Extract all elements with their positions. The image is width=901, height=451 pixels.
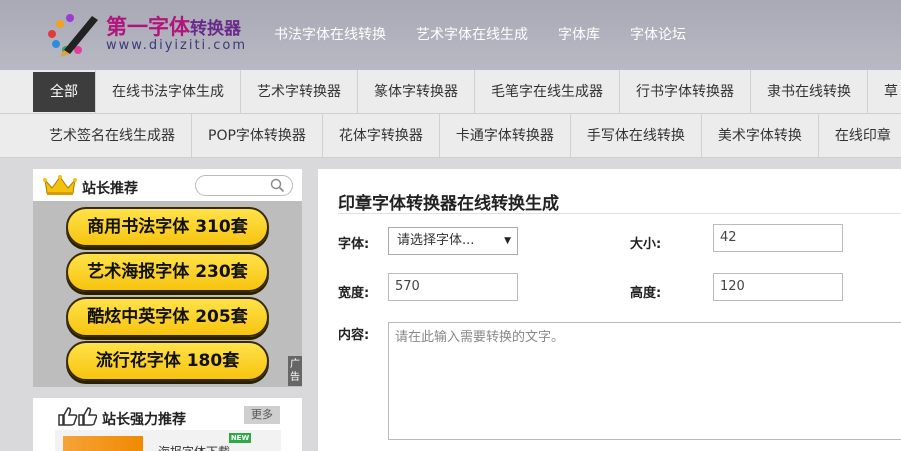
category-brush-generator[interactable]: 毛笔字在线生成器: [474, 70, 619, 113]
width-input[interactable]: 570: [388, 273, 518, 301]
recommend-item-label[interactable]: 海报字体下载: [158, 443, 230, 451]
title-divider: [338, 213, 901, 214]
nav-font-forum[interactable]: 字体论坛: [630, 24, 686, 44]
height-label: 高度:: [630, 286, 662, 301]
category-clerical-script[interactable]: 隶书在线转换: [750, 70, 867, 113]
sidebar-recommend-title: 站长推荐: [82, 181, 138, 197]
nav-calligraphy[interactable]: 书法字体在线转换: [274, 24, 386, 44]
content-textarea[interactable]: 请在此输入需要转换的文字。: [388, 322, 901, 440]
sidebar-strong-recommend: 站长强力推荐 更多 NEW 海报字体下载: [33, 398, 302, 451]
category-row-2: 艺术签名在线生成器 POP字体转换器 花体字转换器 卡通字体转换器 手写体在线转…: [0, 114, 901, 158]
font-select-value: 请选择字体...: [397, 233, 475, 248]
logo-title-main: 第一字体: [106, 15, 190, 39]
width-label: 宽度:: [338, 286, 370, 301]
sidebar-recommend: 站长推荐 商用书法字体 310套 艺术海报字体 230套 酷炫中英字体 205套…: [33, 169, 302, 387]
content-label: 内容:: [338, 328, 370, 343]
ad-cool-font[interactable]: 酷炫中英字体 205套: [66, 297, 269, 337]
ad-poster-font[interactable]: 艺术海报字体 230套: [66, 252, 269, 292]
logo-title-sub: 转换器: [190, 19, 241, 39]
category-pop[interactable]: POP字体转换器: [191, 114, 322, 157]
thumbs-up-icon: [58, 407, 97, 426]
logo-url: www.diyiziti.com: [106, 38, 248, 53]
category-signature[interactable]: 艺术签名在线生成器: [33, 114, 191, 157]
category-cursive[interactable]: 草: [867, 70, 901, 113]
logo-brush-icon: [48, 14, 98, 57]
category-online-calligraphy[interactable]: 在线书法字体生成: [95, 70, 240, 113]
converter-panel: 印章字体转换器在线转换生成 字体: 请选择字体... ▼ 大小: 42 宽度: …: [318, 169, 901, 451]
site-logo[interactable]: 第一字体转换器 www.diyiziti.com: [44, 8, 269, 60]
logo-title: 第一字体转换器: [106, 11, 241, 41]
new-badge: NEW: [229, 433, 251, 443]
category-cartoon[interactable]: 卡通字体转换器: [438, 114, 570, 157]
nav-font-library[interactable]: 字体库: [558, 24, 600, 44]
sidebar-strong-title: 站长强力推荐: [102, 412, 186, 428]
category-fine-art[interactable]: 美术字体转换: [700, 114, 818, 157]
ad-area: 商用书法字体 310套 艺术海报字体 230套 酷炫中英字体 205套 流行花字…: [33, 201, 302, 387]
page-title: 印章字体转换器在线转换生成: [338, 194, 559, 214]
category-flower-font[interactable]: 花体字转换器: [321, 114, 439, 157]
site-header: 第一字体转换器 www.diyiziti.com 书法字体在线转换 艺术字体在线…: [0, 0, 901, 70]
size-input[interactable]: 42: [713, 224, 843, 252]
sidebar-search-input[interactable]: [195, 175, 293, 196]
category-seal-script[interactable]: 篆体字转换器: [357, 70, 474, 113]
category-handwriting[interactable]: 手写体在线转换: [569, 114, 701, 157]
category-running-script[interactable]: 行书字体转换器: [619, 70, 750, 113]
search-icon[interactable]: [270, 178, 285, 193]
crown-icon: [43, 175, 77, 195]
sidebar-recommend-header: 站长推荐: [33, 169, 302, 201]
dropdown-arrow-icon: ▼: [504, 236, 511, 246]
font-label: 字体:: [338, 237, 370, 252]
category-art-converter[interactable]: 艺术字转换器: [240, 70, 357, 113]
ad-flower-font[interactable]: 流行花字体 180套: [66, 341, 269, 381]
font-select[interactable]: 请选择字体... ▼: [388, 227, 518, 255]
ad-tag: 广告: [288, 356, 302, 386]
nav-art-font[interactable]: 艺术字体在线生成: [416, 24, 528, 44]
recommend-thumbnail-image: [63, 436, 143, 451]
top-nav: 书法字体在线转换 艺术字体在线生成 字体库 字体论坛: [274, 24, 686, 44]
ad-commercial-calligraphy[interactable]: 商用书法字体 310套: [66, 207, 269, 247]
more-button[interactable]: 更多: [244, 406, 280, 424]
height-input[interactable]: 120: [713, 273, 843, 301]
category-row-1: 全部 在线书法字体生成 艺术字转换器 篆体字转换器 毛笔字在线生成器 行书字体转…: [0, 70, 901, 114]
size-label: 大小:: [630, 237, 662, 252]
category-all[interactable]: 全部: [33, 72, 95, 112]
category-seal[interactable]: 在线印章: [817, 114, 901, 157]
